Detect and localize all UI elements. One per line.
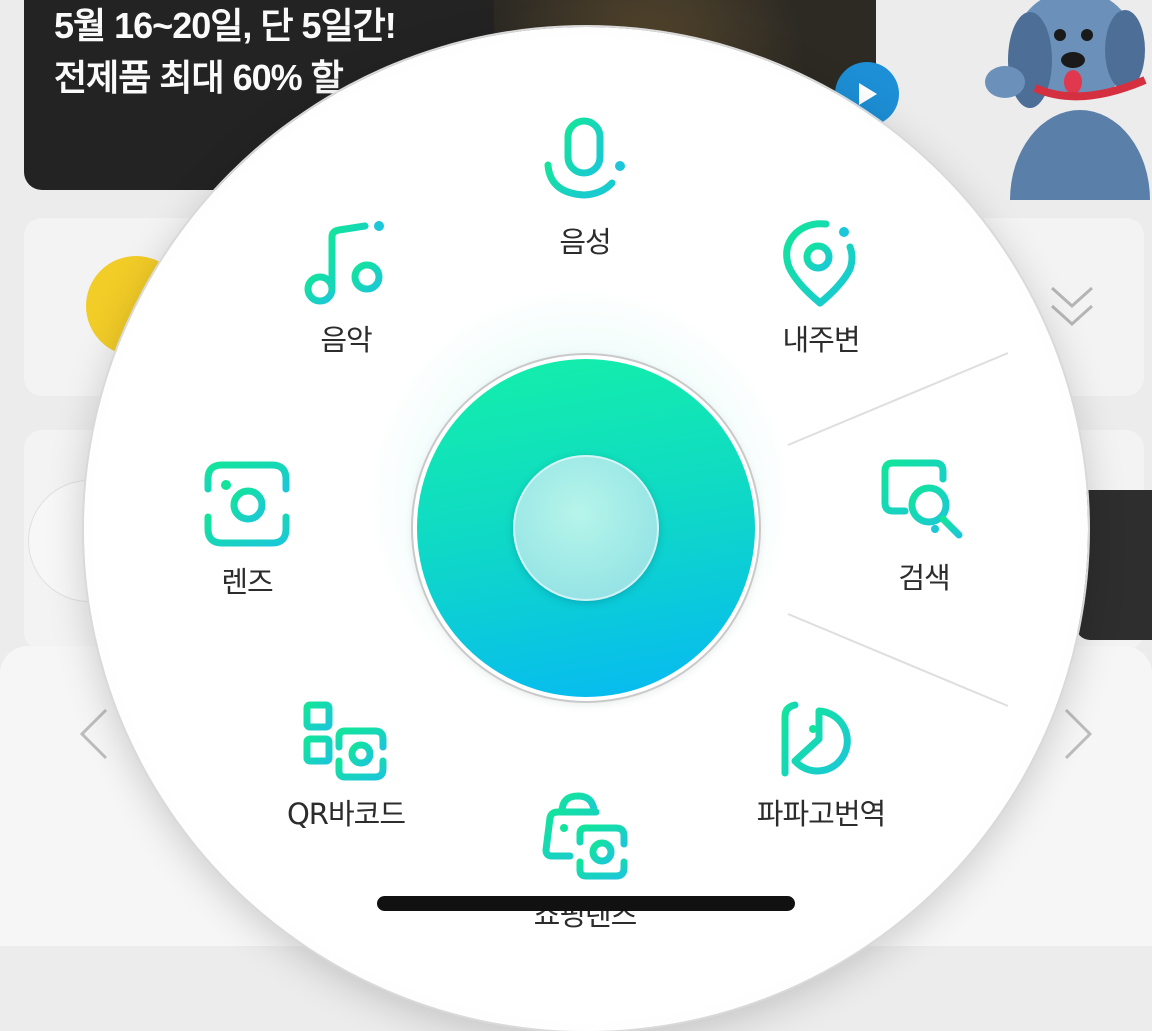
menu-item-label: 파파고번역 — [756, 797, 886, 831]
home-indicator[interactable] — [377, 896, 795, 911]
qr-barcode-icon — [303, 701, 387, 781]
menu-item-label: 음성 — [559, 225, 611, 259]
search-box-icon — [881, 459, 963, 539]
green-dot-button[interactable] — [417, 359, 755, 697]
menu-item-lens[interactable]: 렌즈 — [147, 459, 347, 601]
menu-item-label: 내주변 — [782, 323, 860, 357]
menu-item-qr-barcode[interactable]: QR바코드 — [246, 699, 446, 833]
microphone-icon — [544, 117, 625, 209]
location-pin-icon — [783, 220, 856, 307]
music-note-icon — [304, 221, 384, 305]
camera-lens-icon — [204, 461, 290, 547]
center-button[interactable] — [513, 455, 659, 601]
menu-item-papago[interactable]: 파파고번역 — [721, 699, 921, 833]
banner-line-1: 5월 16~20일, 단 5일간! — [54, 5, 397, 46]
menu-item-label: QR바코드 — [286, 797, 406, 831]
menu-item-label: 음악 — [320, 323, 372, 357]
menu-item-label: 렌즈 — [221, 565, 273, 599]
shopping-lens-icon — [542, 792, 628, 880]
menu-item-shopping-lens[interactable]: 쇼핑렌즈 — [485, 792, 685, 934]
chevron-left-icon[interactable] — [74, 706, 114, 762]
papago-translate-icon — [781, 701, 855, 777]
mascot-dog-icon — [985, 0, 1150, 200]
menu-item-voice[interactable]: 음성 — [485, 117, 685, 261]
menu-item-music[interactable]: 음악 — [246, 219, 446, 359]
menu-item-nearby[interactable]: 내주변 — [721, 219, 921, 359]
double-chevron-down-icon[interactable] — [1044, 278, 1100, 338]
menu-item-label: 검색 — [898, 561, 950, 595]
menu-item-search[interactable]: 검색 — [824, 459, 1024, 597]
chevron-right-icon[interactable] — [1058, 706, 1098, 762]
green-dot-radial-menu: 음성 음악 내주변 렌즈 검색 QR바코드 파파고번역 쇼핑렌즈 — [84, 27, 1088, 1031]
